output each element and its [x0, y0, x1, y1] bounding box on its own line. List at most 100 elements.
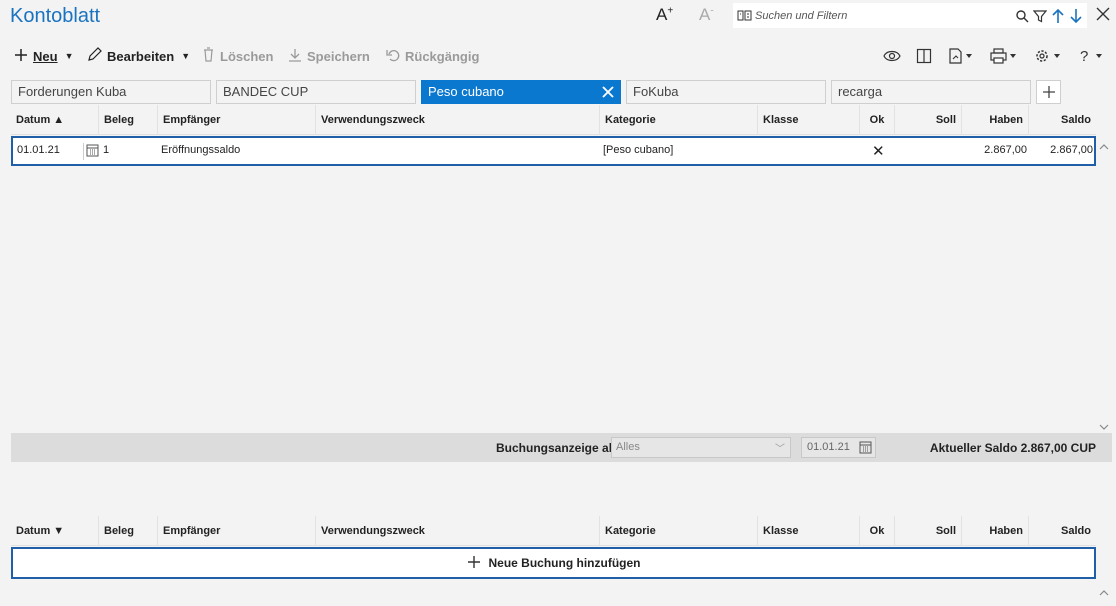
table-row[interactable]: 01.01.21 1 Eröffnungssaldo [Peso cubano]…	[11, 136, 1096, 166]
chevron-down-icon: ▼	[181, 51, 191, 61]
search-mode-icon[interactable]	[737, 8, 753, 24]
column-ok[interactable]: Ok	[860, 516, 895, 546]
display-from-select[interactable]: Alles ﹀	[611, 437, 791, 458]
increase-font-button[interactable]: A+	[656, 5, 673, 25]
column-category[interactable]: Kategorie	[600, 105, 758, 135]
tab-label: recarga	[838, 84, 883, 99]
row-recipient: Eröffnungssaldo	[161, 144, 241, 156]
plus-icon	[467, 555, 481, 572]
column-debit[interactable]: Soll	[895, 516, 962, 546]
chevron-down-icon: ▼	[64, 51, 74, 61]
save-button-label: Speichern	[307, 48, 370, 64]
column-recipient[interactable]: Empfänger	[158, 105, 316, 135]
tab-label: BANDEC CUP	[223, 84, 309, 99]
row-balance: 2.867,00	[1050, 144, 1093, 156]
column-credit[interactable]: Haben	[962, 105, 1029, 135]
row-category: [Peso cubano]	[603, 144, 674, 156]
tab-recarga[interactable]: recarga	[831, 80, 1031, 104]
scroll-down-icon[interactable]	[1099, 420, 1109, 434]
vertical-scrollbar[interactable]	[1098, 136, 1110, 432]
column-purpose[interactable]: Verwendungszweck	[316, 105, 600, 135]
column-date-sort[interactable]: Datum ▲	[11, 105, 99, 135]
vertical-scrollbar-lower[interactable]	[1098, 582, 1110, 600]
pencil-icon	[87, 47, 102, 65]
tab-peso-cubano[interactable]: Peso cubano	[421, 80, 621, 104]
transactions-header: Datum ▲ Beleg Empfänger Verwendungszweck…	[11, 105, 1096, 135]
column-recipient[interactable]: Empfänger	[158, 516, 316, 546]
tab-bandec-cup[interactable]: BANDEC CUP	[216, 80, 416, 104]
decrease-font-button[interactable]: A-	[699, 5, 714, 25]
display-from-value: Alles	[616, 441, 640, 453]
page-title: Kontoblatt	[10, 5, 101, 27]
undo-button[interactable]: Rückgängig	[386, 47, 479, 65]
scroll-up-icon[interactable]	[1099, 140, 1109, 154]
help-icon[interactable]: ?	[1078, 46, 1106, 66]
plus-icon	[1042, 85, 1056, 102]
split-view-icon[interactable]	[916, 46, 932, 66]
edit-button[interactable]: Bearbeiten ▼	[87, 47, 190, 65]
tab-fokuba[interactable]: FoKuba	[626, 80, 826, 104]
undo-button-label: Rückgängig	[405, 48, 480, 64]
column-balance[interactable]: Saldo	[1029, 516, 1096, 546]
row-credit: 2.867,00	[984, 144, 1027, 156]
add-transaction-label: Neue Buchung hinzufügen	[488, 556, 641, 570]
tab-label: Peso cubano	[428, 84, 504, 99]
svg-text:?: ?	[1080, 48, 1088, 64]
column-receipt[interactable]: Beleg	[99, 516, 158, 546]
column-purpose[interactable]: Verwendungszweck	[316, 516, 600, 546]
delete-button-label: Löschen	[220, 48, 274, 64]
gear-icon[interactable]	[1034, 46, 1062, 66]
search-input[interactable]	[755, 6, 1015, 25]
display-from-label: Buchungsanzeige ab	[496, 441, 617, 455]
print-icon[interactable]	[990, 46, 1018, 66]
current-balance: Aktueller Saldo 2.867,00 CUP	[929, 441, 1096, 455]
transactions-grid: 01.01.21 1 Eröffnungssaldo [Peso cubano]…	[11, 136, 1096, 432]
tab-label: Forderungen Kuba	[18, 84, 127, 99]
decrease-font-label: A	[699, 5, 711, 24]
filter-icon[interactable]	[1032, 7, 1048, 25]
ok-cross-icon[interactable]: ✕	[872, 142, 885, 160]
calendar-icon[interactable]	[859, 440, 873, 454]
row-date: 01.01.21	[17, 144, 60, 156]
column-category[interactable]: Kategorie	[600, 516, 758, 546]
trash-icon	[202, 47, 215, 65]
column-debit[interactable]: Soll	[895, 105, 962, 135]
delete-button[interactable]: Löschen	[202, 47, 273, 65]
search-icon[interactable]	[1014, 7, 1030, 25]
column-class[interactable]: Klasse	[758, 105, 860, 135]
column-class[interactable]: Klasse	[758, 516, 860, 546]
column-balance[interactable]: Saldo	[1029, 105, 1096, 135]
new-button[interactable]: Neu ▼	[14, 47, 73, 65]
new-entry-header: Datum ▼ Beleg Empfänger Verwendungszweck…	[11, 516, 1096, 546]
column-date-sort[interactable]: Datum ▼	[11, 516, 99, 546]
eye-icon[interactable]	[883, 46, 901, 66]
add-transaction-button[interactable]: Neue Buchung hinzufügen	[11, 547, 1096, 579]
export-icon[interactable]	[948, 46, 974, 66]
column-credit[interactable]: Haben	[962, 516, 1029, 546]
increase-font-sign: +	[667, 5, 674, 17]
close-tab-icon[interactable]	[601, 85, 615, 99]
filter-bar: Buchungsanzeige ab Alles ﹀ 01.01.21 Aktu…	[11, 433, 1112, 462]
new-button-label: Neu	[33, 48, 58, 64]
title-bar: Kontoblatt A+ A-	[0, 0, 1116, 34]
search-box	[733, 3, 1087, 28]
arrow-down-icon[interactable]	[1068, 7, 1084, 25]
plus-icon	[14, 48, 28, 65]
edit-button-label: Bearbeiten	[107, 48, 175, 64]
close-icon[interactable]	[1094, 5, 1112, 25]
tab-label: FoKuba	[633, 84, 679, 99]
add-tab-button[interactable]	[1036, 80, 1061, 104]
column-receipt[interactable]: Beleg	[99, 105, 158, 135]
tab-forderungen-kuba[interactable]: Forderungen Kuba	[11, 80, 211, 104]
download-icon	[288, 48, 302, 65]
column-ok[interactable]: Ok	[860, 105, 895, 135]
increase-font-label: A	[656, 5, 668, 24]
scroll-up-icon[interactable]	[1099, 586, 1109, 600]
row-receipt: 1	[103, 144, 110, 156]
chevron-down-icon: ﹀	[775, 444, 785, 455]
calendar-icon[interactable]	[83, 143, 100, 160]
undo-icon	[386, 48, 400, 65]
date-value: 01.01.21	[807, 441, 850, 453]
save-button[interactable]: Speichern	[288, 47, 370, 65]
arrow-up-icon[interactable]	[1050, 7, 1066, 25]
